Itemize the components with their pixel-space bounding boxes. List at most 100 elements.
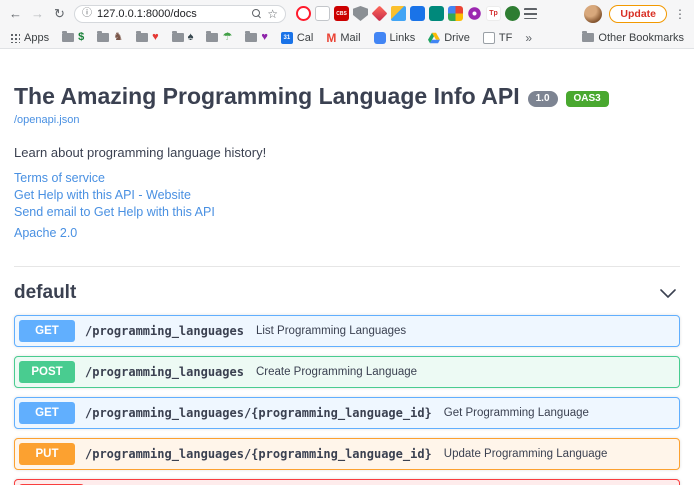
- bookmark-star-icon[interactable]: ☆: [267, 8, 278, 20]
- bookmark-label: Cal: [297, 32, 314, 44]
- toolbar-right-cluster: Update ⋮: [584, 5, 686, 23]
- method-badge: GET: [19, 320, 75, 342]
- api-description: Learn about programming language history…: [14, 145, 680, 160]
- folder-icon: [172, 33, 184, 42]
- list-extension-icon[interactable]: [524, 8, 537, 19]
- flower-extension-icon[interactable]: [467, 6, 482, 21]
- endpoint-row-put-update[interactable]: PUT /programming_languages/{programming_…: [14, 438, 680, 470]
- bookmark-folder-2[interactable]: ♞: [97, 32, 123, 43]
- tf-icon: [483, 32, 495, 44]
- bookmarks-bar: Apps $ ♞ ♥ ♠ ☂ ♥ 31 Cal: [0, 27, 694, 49]
- pixel-grid-extension-icon[interactable]: [448, 6, 463, 21]
- bookmark-label: Drive: [444, 32, 470, 44]
- endpoint-summary: List Programming Languages: [256, 325, 406, 337]
- apps-label: Apps: [24, 32, 49, 44]
- bookmarks-overflow-icon[interactable]: »: [525, 31, 532, 45]
- url-bar[interactable]: ⓘ 127.0.0.1:8000/docs ☆: [74, 5, 286, 23]
- help-email-link[interactable]: Send email to Get Help with this API: [14, 205, 215, 219]
- drive-icon: [428, 32, 440, 44]
- version-badge: 1.0: [528, 91, 558, 107]
- endpoint-row-post-create[interactable]: POST /programming_languages Create Progr…: [14, 356, 680, 388]
- notes-extension-icon[interactable]: [315, 6, 330, 21]
- calendar-icon: 31: [281, 32, 293, 44]
- terms-of-service-link[interactable]: Terms of service: [14, 171, 105, 185]
- gmail-icon: M: [326, 32, 336, 44]
- other-bookmarks-label: Other Bookmarks: [598, 32, 684, 44]
- method-badge: PUT: [19, 443, 75, 465]
- bookmark-glyph: ♥: [152, 32, 159, 43]
- shield-extension-icon[interactable]: [353, 6, 368, 21]
- pencil-extension-icon[interactable]: [391, 6, 406, 21]
- help-website-link[interactable]: Get Help with this API - Website: [14, 188, 191, 202]
- section-default-header[interactable]: default: [14, 267, 680, 315]
- opera-ring-extension-icon[interactable]: [296, 6, 311, 21]
- url-text: 127.0.0.1:8000/docs: [97, 8, 247, 20]
- reload-button[interactable]: ↻: [52, 7, 67, 20]
- green-extension-icon[interactable]: [505, 6, 520, 21]
- diamond-extension-icon[interactable]: [372, 6, 388, 22]
- bookmark-tf[interactable]: TF: [483, 32, 512, 44]
- zoom-icon[interactable]: [252, 9, 262, 19]
- bookmark-glyph: $: [78, 32, 84, 43]
- back-button[interactable]: ←: [8, 7, 23, 20]
- endpoint-summary: Update Programming Language: [444, 448, 608, 460]
- endpoint-row-delete[interactable]: DELETE /programming_languages/{programmi…: [14, 479, 680, 485]
- bookmark-cal[interactable]: 31 Cal: [281, 32, 314, 44]
- folder-icon: [97, 33, 109, 42]
- section-title: default: [14, 282, 76, 304]
- bookmark-label: Links: [390, 32, 416, 44]
- endpoint-list: GET /programming_languages List Programm…: [14, 315, 680, 485]
- teal-extension-icon[interactable]: [429, 6, 444, 21]
- bookmark-glyph: ♥: [261, 32, 268, 43]
- oas3-badge: OAS3: [566, 91, 609, 107]
- endpoint-summary: Get Programming Language: [444, 407, 589, 419]
- extensions-area: CBS Tp: [296, 6, 537, 21]
- apps-grid-icon: [10, 33, 20, 43]
- links-icon: [374, 32, 386, 44]
- page-title: The Amazing Programming Language Info AP…: [14, 83, 680, 110]
- endpoint-row-get-list[interactable]: GET /programming_languages List Programm…: [14, 315, 680, 347]
- folder-icon: [206, 33, 218, 42]
- method-badge: POST: [19, 361, 75, 383]
- folder-icon: [136, 33, 148, 42]
- bookmark-folder-4[interactable]: ♠: [172, 32, 194, 43]
- forward-button[interactable]: →: [30, 7, 45, 20]
- browser-window: ← → ↻ ⓘ 127.0.0.1:8000/docs ☆ CBS Tp: [0, 0, 694, 485]
- endpoint-path: /programming_languages: [85, 365, 244, 379]
- docs-extension-icon[interactable]: [410, 6, 425, 21]
- endpoint-path: /programming_languages: [85, 324, 244, 338]
- api-title-text: The Amazing Programming Language Info AP…: [14, 83, 520, 110]
- endpoint-path: /programming_languages/{programming_lang…: [85, 447, 432, 461]
- bookmark-folder-6[interactable]: ♥: [245, 32, 268, 43]
- apps-shortcut[interactable]: Apps: [10, 32, 49, 44]
- bookmark-glyph: ♠: [188, 32, 194, 43]
- browser-menu-icon[interactable]: ⋮: [674, 8, 686, 20]
- folder-icon: [62, 33, 74, 42]
- browser-toolbar: ← → ↻ ⓘ 127.0.0.1:8000/docs ☆ CBS Tp: [0, 0, 694, 27]
- folder-icon: [245, 33, 257, 42]
- tampermonkey-extension-icon[interactable]: Tp: [486, 6, 501, 21]
- folder-icon: [582, 33, 594, 42]
- endpoint-summary: Create Programming Language: [256, 366, 417, 378]
- chevron-down-icon[interactable]: [660, 289, 676, 298]
- endpoint-path: /programming_languages/{programming_lang…: [85, 406, 432, 420]
- site-info-icon[interactable]: ⓘ: [82, 9, 92, 19]
- bookmark-folder-3[interactable]: ♥: [136, 32, 159, 43]
- bookmark-glyph: ☂: [222, 32, 232, 43]
- bookmark-folder-1[interactable]: $: [62, 32, 84, 43]
- cbs-extension-icon[interactable]: CBS: [334, 6, 349, 21]
- bookmark-mail[interactable]: M Mail: [326, 32, 360, 44]
- bookmark-folder-5[interactable]: ☂: [206, 32, 232, 43]
- openapi-spec-link[interactable]: /openapi.json: [14, 114, 79, 126]
- profile-avatar[interactable]: [584, 5, 602, 23]
- endpoint-row-get-one[interactable]: GET /programming_languages/{programming_…: [14, 397, 680, 429]
- swagger-page: The Amazing Programming Language Info AP…: [0, 49, 694, 485]
- bookmark-label: Mail: [340, 32, 360, 44]
- other-bookmarks[interactable]: Other Bookmarks: [582, 32, 684, 44]
- license-link[interactable]: Apache 2.0: [14, 226, 77, 240]
- bookmark-glyph: ♞: [113, 32, 123, 43]
- bookmark-links[interactable]: Links: [374, 32, 416, 44]
- update-button[interactable]: Update: [609, 5, 667, 23]
- bookmark-drive[interactable]: Drive: [428, 32, 470, 44]
- method-badge: GET: [19, 402, 75, 424]
